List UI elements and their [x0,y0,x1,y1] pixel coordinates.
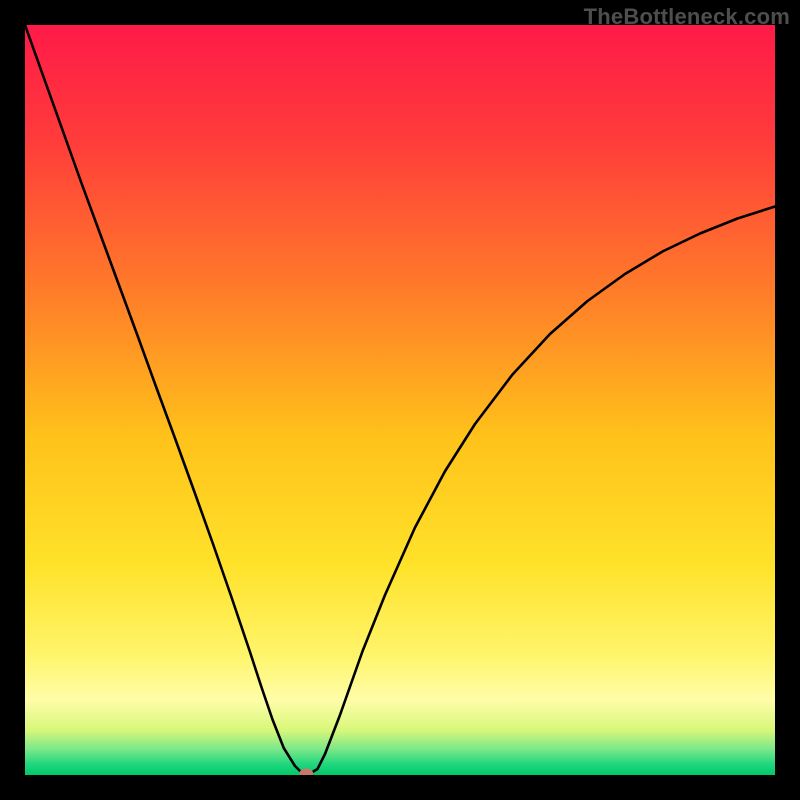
plot-area [25,25,775,775]
chart-frame: TheBottleneck.com [0,0,800,800]
gradient-background [25,25,775,775]
bottleneck-chart [25,25,775,775]
